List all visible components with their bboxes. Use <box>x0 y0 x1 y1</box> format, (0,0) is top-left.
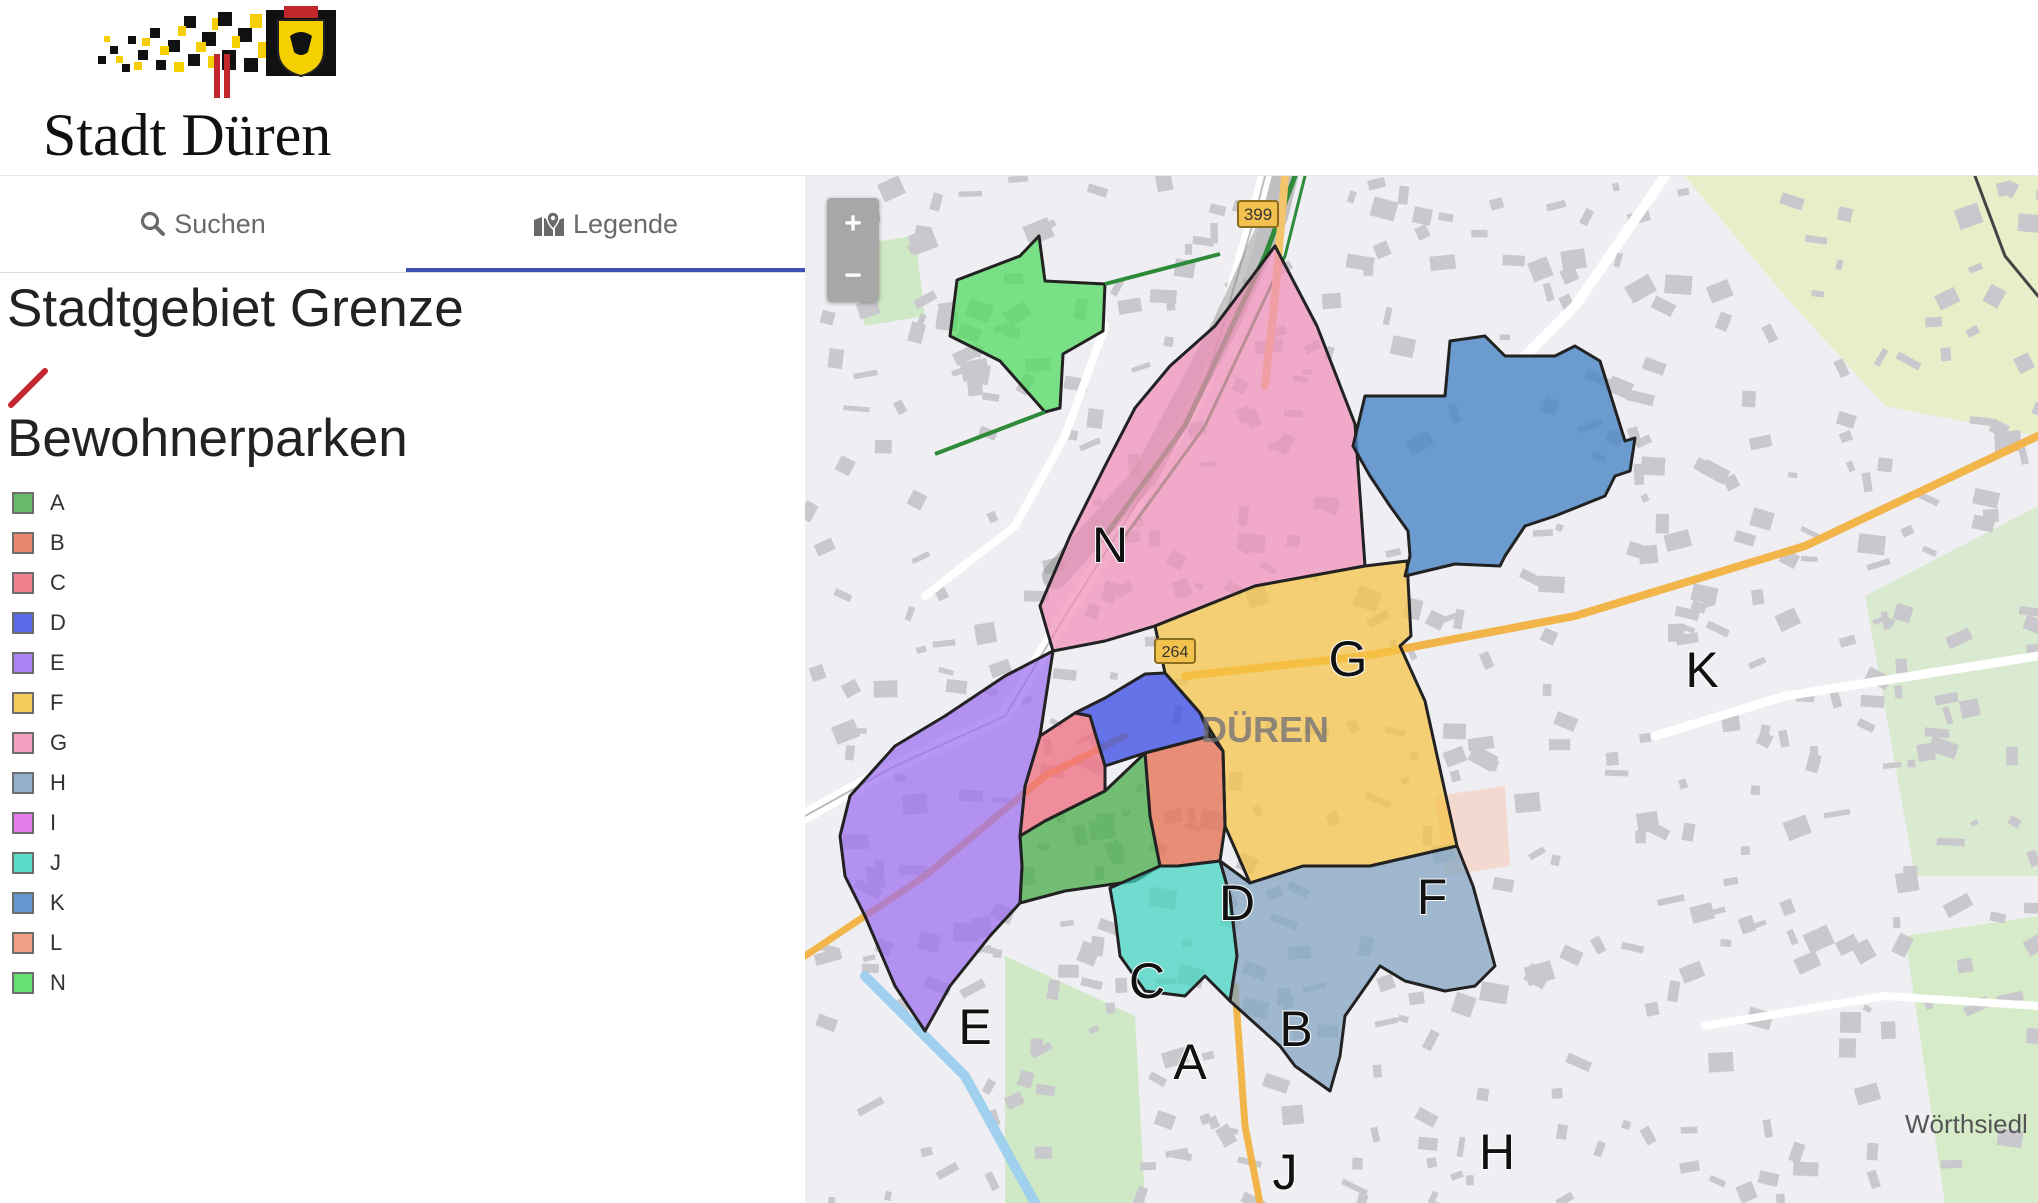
map-view[interactable]: 399 264 DÜREN Wörthsiedl N G K D F C E B… <box>805 176 2038 1203</box>
legend-label: C <box>50 570 66 595</box>
legend-item-k: K <box>12 888 65 918</box>
legend-swatch <box>12 772 34 794</box>
legend-item-h: H <box>12 768 66 798</box>
zoom-control: + − <box>827 198 879 302</box>
legend-parking-title: Bewohnerparken <box>7 409 408 468</box>
active-tab-indicator <box>406 268 805 272</box>
zone-label-n: N <box>1092 517 1128 573</box>
legend-swatch <box>12 492 34 514</box>
svg-text:399: 399 <box>1244 205 1272 224</box>
legend-swatch <box>12 852 34 874</box>
zone-label-b: B <box>1279 1001 1312 1057</box>
legend-swatch <box>12 732 34 754</box>
legend-label: D <box>50 610 66 635</box>
tab-legende-label: Legende <box>572 208 679 239</box>
legend-label: J <box>50 850 61 875</box>
legend-boundary-title: Stadtgebiet Grenze <box>7 279 464 338</box>
svg-text:264: 264 <box>1162 644 1189 661</box>
sidebar-tabs: Suchen Legende <box>0 176 805 273</box>
legend-swatch <box>12 532 34 554</box>
legend-item-b: B <box>12 528 65 558</box>
stadt-dueren-logo[interactable]: Stadt Düren <box>38 6 378 168</box>
zone-label-j: J <box>1273 1144 1298 1200</box>
zone-label-a: A <box>1173 1034 1207 1090</box>
legend-label: I <box>50 810 57 835</box>
legend-swatch <box>12 812 34 834</box>
legend-swatch <box>12 652 34 674</box>
zone-label-f: F <box>1417 869 1448 925</box>
legend-label: H <box>50 770 66 795</box>
legend-item-l: L <box>12 928 62 958</box>
header: Stadt Düren <box>0 0 2038 175</box>
legend-item-d: D <box>12 608 66 638</box>
zone-label-d: D <box>1219 875 1255 931</box>
city-label: DÜREN <box>1201 709 1329 750</box>
legend-item-a: A <box>12 488 65 518</box>
legend-item-n: N <box>12 968 66 998</box>
logo-graphic <box>98 6 336 98</box>
search-icon <box>141 211 166 236</box>
legend-item-j: J <box>12 848 61 878</box>
legend-label: B <box>50 530 65 555</box>
road-shield-264: 264 <box>1154 638 1196 664</box>
zoom-in-button[interactable]: + <box>827 198 879 251</box>
tab-suchen[interactable]: Suchen <box>0 176 406 272</box>
legend-swatch <box>12 612 34 634</box>
legend-swatch <box>12 892 34 914</box>
legend-item-f: F <box>12 688 63 718</box>
legend-label: K <box>50 890 65 915</box>
legend-label: N <box>50 970 66 995</box>
zone-label-h: H <box>1479 1124 1515 1180</box>
district-label: Wörthsiedl <box>1905 1109 2028 1139</box>
zone-label-e: E <box>958 999 991 1055</box>
legend-label: E <box>50 650 65 675</box>
map-canvas[interactable]: 399 264 DÜREN Wörthsiedl N G K D F C E B… <box>805 176 2038 1203</box>
legend-swatch <box>12 572 34 594</box>
legend-label: L <box>50 930 63 955</box>
legend-label: A <box>50 490 65 515</box>
logo-text: Stadt Düren <box>43 102 332 168</box>
legend-swatch <box>12 692 34 714</box>
legend-item-c: C <box>12 568 66 598</box>
zone-label-g: G <box>1329 631 1368 687</box>
legend-item-g: G <box>12 728 67 758</box>
legend-swatch <box>12 972 34 994</box>
tab-suchen-label: Suchen <box>174 208 266 239</box>
boundary-line-symbol <box>8 368 48 408</box>
legend-item-i: I <box>12 808 56 838</box>
legend-swatch <box>12 932 34 954</box>
zone-label-c: C <box>1129 953 1165 1009</box>
legend-label: G <box>50 730 68 755</box>
tab-legende[interactable]: Legende <box>406 176 805 272</box>
legend-label: F <box>50 690 64 715</box>
zoom-out-button[interactable]: − <box>827 250 879 302</box>
zone-label-k: K <box>1685 642 1718 698</box>
road-shield-399: 399 <box>1237 200 1279 228</box>
legend-item-e: E <box>12 648 65 678</box>
sidebar: Suchen Legende Stadtgebiet Grenze Bewohn… <box>0 176 805 1203</box>
map-marker-icon <box>533 211 564 236</box>
